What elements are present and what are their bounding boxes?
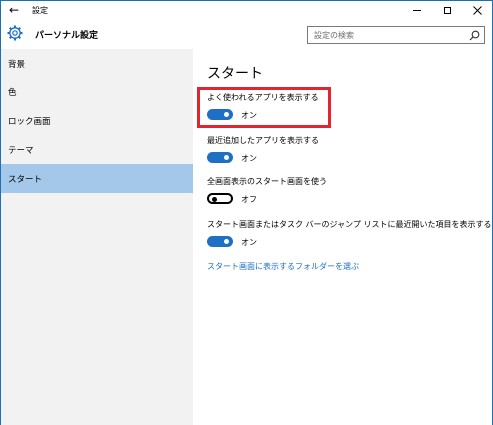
highlight-box [197,87,331,128]
toggle-state-fullscreen-start: オフ [241,195,257,204]
toggle-knob [224,155,229,160]
search-placeholder: 設定の検索 [314,31,354,40]
sidebar-item-label: 色 [8,87,17,98]
settings-window: ← 設定 パーソナル設定 設定の検索 背景 色 ロック画面 テーマ スタート ス… [0,0,493,425]
toggle-knob [224,239,229,244]
sidebar-item-background[interactable]: 背景 [1,49,193,78]
sidebar-item-label: テーマ [8,145,34,156]
window-controls [402,1,492,19]
setting-label-jump-list: スタート画面またはタスク バーのジャンプ リストに最近開いた項目を表示する [207,220,492,229]
toggle-jump-list[interactable] [207,236,233,247]
header: パーソナル設定 設定の検索 [1,19,492,49]
toggle-recent-apps[interactable] [207,152,233,163]
sidebar-item-color[interactable]: 色 [1,77,193,106]
setting-label-recent-apps: 最近追加したアプリを表示する [207,136,319,145]
close-button[interactable] [462,1,492,19]
section-title: スタート [207,66,263,82]
back-button[interactable]: ← [1,1,27,19]
page-title: パーソナル設定 [35,31,99,41]
toggle-state-jump-list: オン [241,238,257,247]
minimize-button[interactable] [402,1,432,19]
toggle-state-recent-apps: オン [241,154,257,163]
sidebar-item-label: 背景 [8,59,26,70]
title-bar: ← 設定 [1,1,492,19]
sidebar-item-start[interactable]: スタート [1,164,193,193]
search-input[interactable]: 設定の検索 [307,26,485,44]
sidebar-item-theme[interactable]: テーマ [1,135,193,164]
window-title: 設定 [32,5,48,15]
sidebar: 背景 色 ロック画面 テーマ スタート [1,49,193,425]
toggle-fullscreen-start[interactable] [207,193,233,204]
gear-icon [7,25,23,41]
sidebar-item-label: ロック画面 [8,116,51,127]
sidebar-item-label: スタート [8,174,43,185]
setting-label-fullscreen-start: 全画面表示のスタート画面を使う [207,177,327,186]
maximize-icon [443,6,451,14]
minimize-icon [413,9,421,11]
back-arrow-icon: ← [8,3,20,17]
sidebar-item-lock-screen[interactable]: ロック画面 [1,106,193,135]
close-icon [472,5,482,15]
maximize-button[interactable] [432,1,462,19]
toggle-knob [212,196,217,202]
choose-folders-link[interactable]: スタート画面に表示するフォルダーを選ぶ [207,261,359,272]
search-icon[interactable] [469,30,480,41]
